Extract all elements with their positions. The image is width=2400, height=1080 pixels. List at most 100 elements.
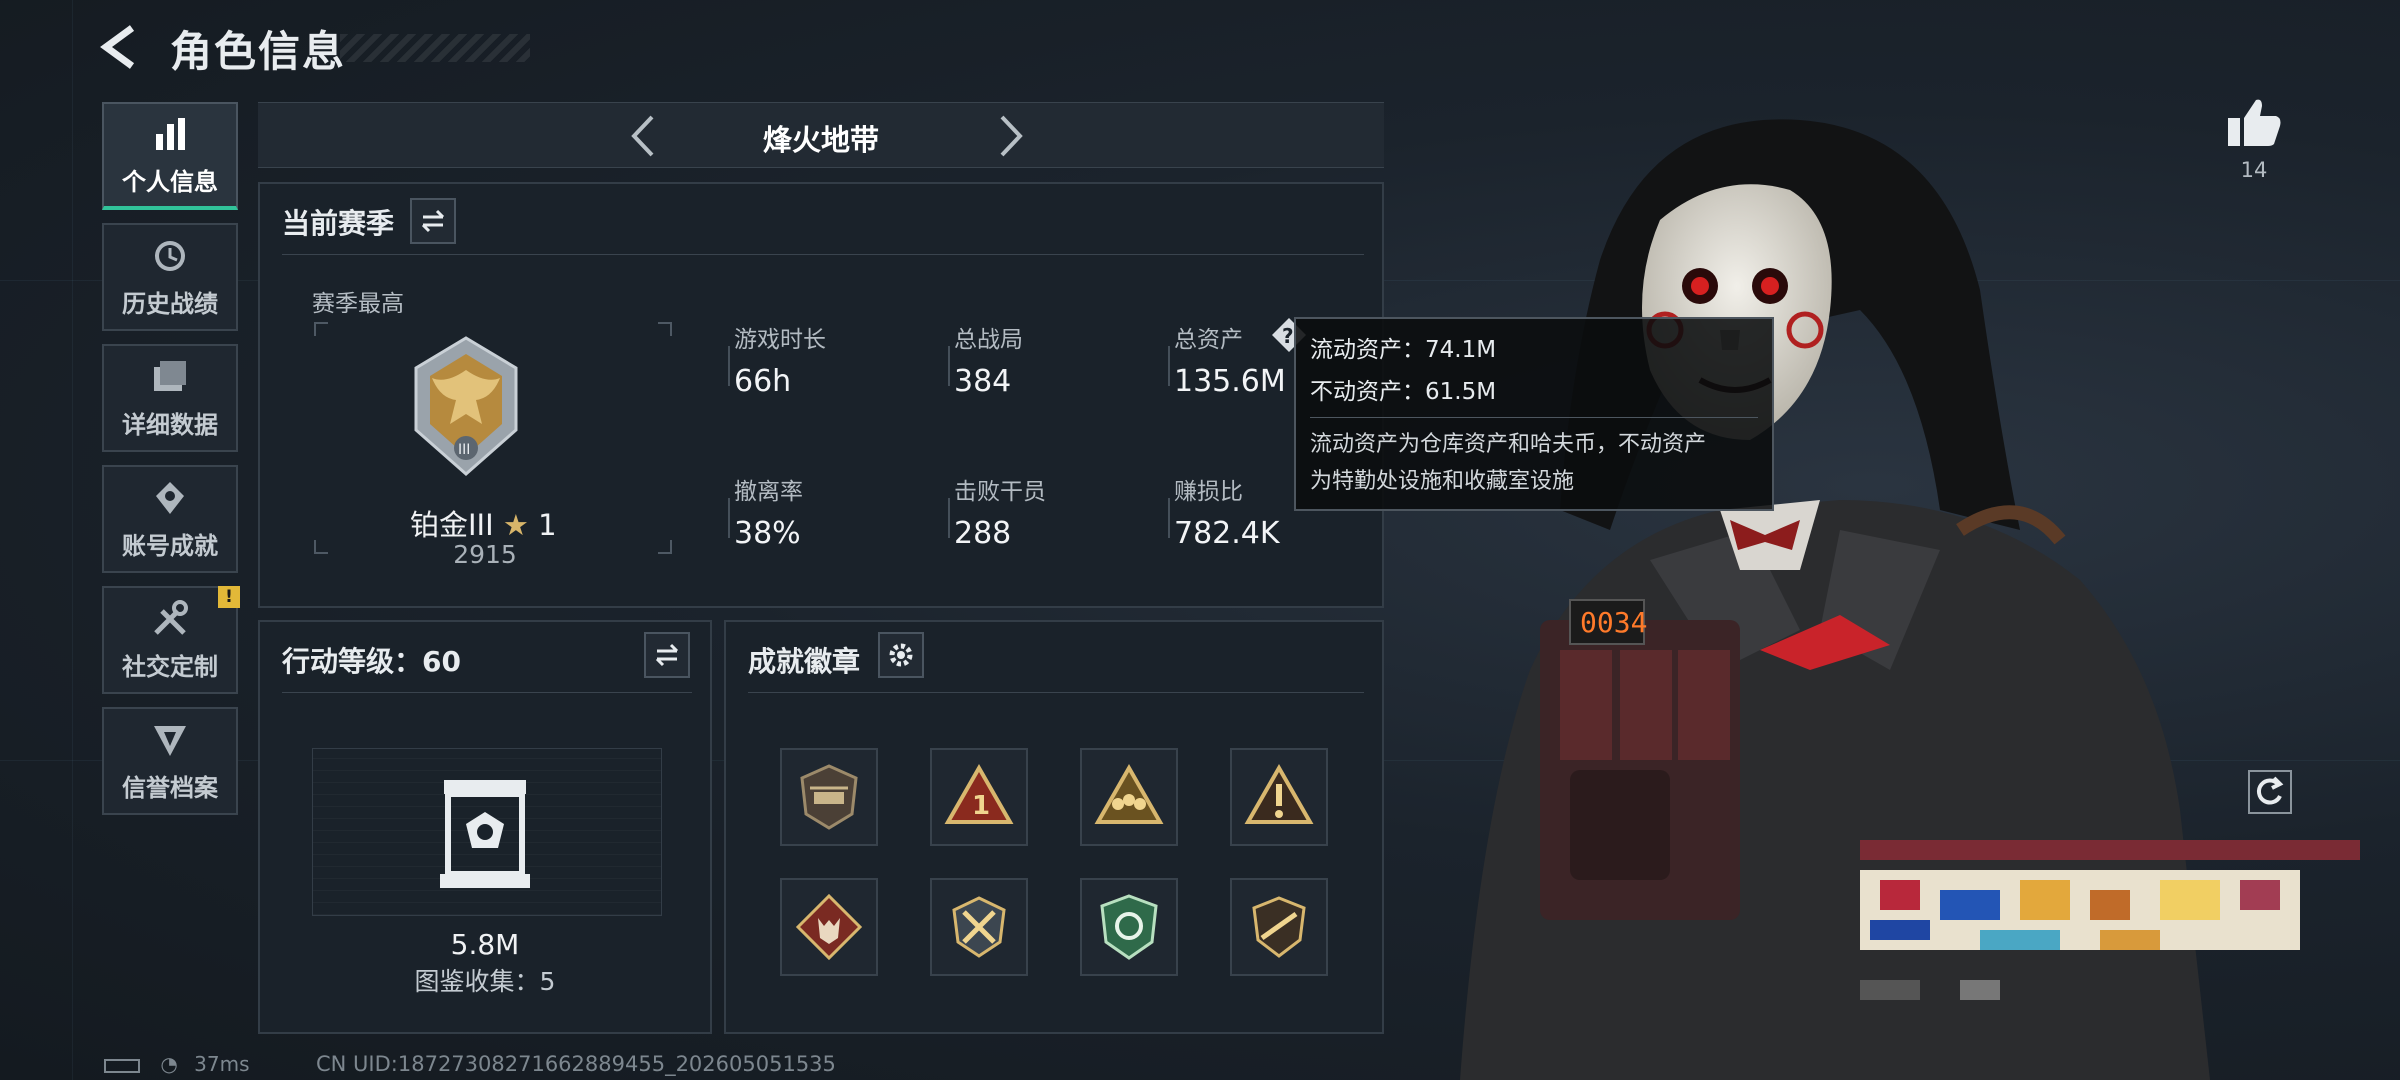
tooltip-divider bbox=[1310, 417, 1758, 418]
season-best-label: 赛季最高 bbox=[312, 291, 404, 317]
side-nav: 个人信息 历史战绩 详细数据 账号成就 ! 社交定制 信誉档案 bbox=[102, 102, 240, 828]
badge-slot[interactable] bbox=[1080, 878, 1178, 976]
sidebar-item-details[interactable]: 详细数据 bbox=[102, 344, 238, 452]
helicopter-badge-icon bbox=[800, 764, 858, 830]
stat-label: 总资产 bbox=[1174, 327, 1243, 353]
liquid-assets: 流动资产：74.1M bbox=[1310, 337, 1497, 363]
stat-value: 384 bbox=[954, 364, 1012, 399]
badge-slot[interactable]: 1 bbox=[930, 748, 1028, 846]
sidebar-item-social[interactable]: ! 社交定制 bbox=[102, 586, 240, 694]
title-decoration bbox=[340, 34, 530, 62]
bar-chart-icon bbox=[156, 117, 185, 150]
stat-label: 总战局 bbox=[954, 327, 1023, 353]
grid-line bbox=[72, 0, 73, 1080]
badge-slot[interactable] bbox=[1080, 748, 1178, 846]
stat-extract-rate: 撤离率 38% bbox=[728, 472, 803, 551]
rotate-icon[interactable] bbox=[2248, 770, 2292, 814]
stat-label: 赚损比 bbox=[1174, 479, 1243, 505]
badge-slot[interactable] bbox=[1230, 878, 1328, 976]
stat-value: 135.6M bbox=[1174, 364, 1286, 399]
collection-value: 5.8M bbox=[450, 928, 520, 961]
next-mode-button[interactable] bbox=[984, 111, 1034, 161]
mode-title: 烽火地带 bbox=[762, 123, 879, 157]
like-count: 14 bbox=[2240, 158, 2268, 182]
rank-stars: 1 bbox=[538, 508, 557, 542]
level-title: 行动等级：60 bbox=[282, 645, 461, 678]
collection-count: 图鉴收集：5 bbox=[414, 967, 556, 996]
switch-level-button[interactable] bbox=[644, 632, 690, 678]
rifle-shield-badge-icon bbox=[1252, 896, 1306, 958]
status-bar: ◔ 37ms bbox=[104, 1052, 250, 1076]
rank-emblem-icon: III bbox=[414, 336, 518, 476]
sidebar-item-label: 历史战绩 bbox=[122, 289, 218, 318]
season-panel: 当前赛季 赛季最高 III 铂金III ★ 1 2915 游戏时长 66h 总战… bbox=[258, 182, 1384, 608]
sidebar-item-achievements[interactable]: 账号成就 bbox=[102, 465, 238, 573]
thumbs-up-icon[interactable] bbox=[2226, 96, 2282, 148]
badge-settings-button[interactable] bbox=[878, 632, 924, 678]
stat-value: 38% bbox=[734, 516, 801, 551]
panel-divider bbox=[282, 254, 1364, 255]
star-icon: ★ bbox=[502, 508, 529, 542]
history-icon bbox=[155, 240, 185, 271]
battery-icon bbox=[104, 1058, 140, 1073]
badges-title: 成就徽章 bbox=[748, 645, 861, 678]
assets-tooltip: 流动资产：74.1M 不动资产：61.5M 流动资产为仓库资产和哈夫币，不动资产… bbox=[1294, 317, 1774, 511]
season-title: 当前赛季 bbox=[282, 207, 395, 240]
user-uid: CN UID:18727308271662889455_202605051535 bbox=[316, 1052, 836, 1076]
badges-panel: 成就徽章 1 bbox=[724, 620, 1384, 1034]
pixelated-overlay bbox=[1860, 840, 2360, 1000]
stat-play-time: 游戏时长 66h bbox=[728, 320, 826, 399]
frame-corner bbox=[658, 322, 672, 336]
squad-badge-icon bbox=[1094, 763, 1164, 824]
badge-slot[interactable] bbox=[930, 878, 1028, 976]
stat-kills: 击败干员 288 bbox=[948, 472, 1046, 551]
sidebar-item-label: 个人信息 bbox=[122, 167, 218, 196]
svg-text:?: ? bbox=[1282, 324, 1294, 348]
stat-label: 撤离率 bbox=[734, 479, 803, 505]
swap-icon bbox=[655, 643, 679, 667]
swap-icon bbox=[421, 209, 445, 233]
tools-icon bbox=[154, 599, 188, 635]
panel-divider bbox=[748, 692, 1364, 693]
warning-badge: ! bbox=[218, 586, 240, 608]
collection-icon[interactable] bbox=[438, 776, 532, 892]
switch-season-button[interactable] bbox=[410, 198, 456, 244]
stat-label: 游戏时长 bbox=[734, 327, 826, 353]
stat-total-assets: 总资产 135.6M bbox=[1168, 320, 1286, 399]
sidebar-item-history[interactable]: 历史战绩 bbox=[102, 223, 238, 331]
achievement-icon bbox=[156, 481, 184, 514]
sidebar-item-label: 详细数据 bbox=[122, 410, 218, 439]
badge-slot[interactable] bbox=[1230, 748, 1328, 846]
level-panel: 行动等级：60 5.8M 图鉴收集：5 bbox=[258, 620, 712, 1034]
stat-value: 66h bbox=[734, 364, 792, 399]
stat-total-matches: 总战局 384 bbox=[948, 320, 1023, 399]
frame-corner bbox=[658, 540, 672, 554]
sidebar-item-credit[interactable]: 信誉档案 bbox=[102, 707, 238, 815]
panel-divider bbox=[282, 692, 692, 693]
mode-selector: 烽火地带 bbox=[258, 102, 1384, 168]
rank-one-badge-icon: 1 bbox=[944, 763, 1014, 824]
svg-text:0034: 0034 bbox=[1580, 606, 1647, 639]
svg-text:1: 1 bbox=[972, 791, 990, 821]
tooltip-desc-line1: 流动资产为仓库资产和哈夫币，不动资产 bbox=[1310, 432, 1707, 457]
sidebar-item-profile[interactable]: 个人信息 bbox=[102, 102, 238, 210]
sidebar-item-label: 账号成就 bbox=[122, 531, 218, 560]
rank-score: 2915 bbox=[453, 540, 517, 569]
stat-label: 击败干员 bbox=[954, 479, 1046, 505]
stat-value: 288 bbox=[954, 516, 1012, 551]
frame-corner bbox=[314, 322, 328, 336]
gear-icon bbox=[889, 643, 913, 667]
back-button[interactable] bbox=[98, 22, 148, 72]
ping-value: 37ms bbox=[194, 1052, 250, 1076]
rank-name: 铂金III bbox=[410, 508, 494, 542]
sidebar-item-label: 信誉档案 bbox=[122, 773, 218, 802]
warning-badge-icon bbox=[1244, 763, 1314, 824]
stat-value: 782.4K bbox=[1174, 516, 1280, 551]
sidebar-item-label: 社交定制 bbox=[122, 652, 218, 681]
rank-info: 铂金III ★ 1 bbox=[410, 502, 557, 544]
badge-slot[interactable] bbox=[780, 878, 878, 976]
frame-corner bbox=[314, 540, 328, 554]
tooltip-desc-line2: 为特勤处设施和收藏室设施 bbox=[1310, 469, 1575, 494]
badge-slot[interactable] bbox=[780, 748, 878, 846]
credit-icon bbox=[154, 725, 186, 756]
